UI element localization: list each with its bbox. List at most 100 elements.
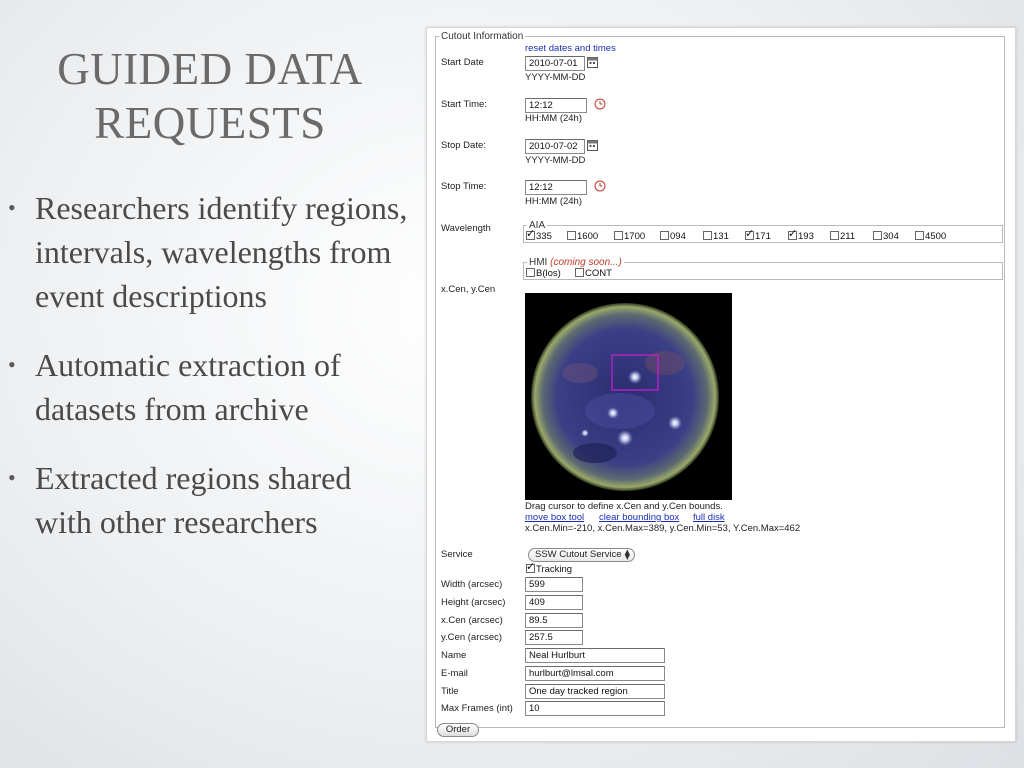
width-label: Width (arcsec) bbox=[441, 579, 503, 590]
hmi-blos-checkbox[interactable]: B(los) bbox=[526, 268, 561, 279]
checkbox-box[interactable] bbox=[830, 231, 839, 240]
full-disk-link[interactable]: full disk bbox=[693, 512, 725, 523]
stop-date-hint: YYYY-MM-DD bbox=[525, 155, 586, 166]
checkbox-box[interactable] bbox=[703, 231, 712, 240]
tracking-checkbox[interactable]: Tracking bbox=[526, 560, 573, 575]
aia-094-checkbox[interactable]: 094 bbox=[660, 231, 686, 242]
aia-211-label: 211 bbox=[840, 231, 856, 242]
bullet-item: • Extracted regions shared with other res… bbox=[8, 456, 408, 544]
aia-335-checkbox[interactable]: 335 bbox=[526, 227, 552, 242]
checkbox-box[interactable] bbox=[567, 231, 576, 240]
checkbox-box[interactable] bbox=[915, 231, 924, 240]
aia-193-checkbox[interactable]: 193 bbox=[788, 227, 814, 242]
calendar-icon[interactable] bbox=[587, 57, 598, 68]
aia-211-checkbox[interactable]: 211 bbox=[830, 231, 855, 242]
service-label: Service bbox=[441, 549, 473, 560]
checkbox-box[interactable] bbox=[526, 268, 535, 277]
hmi-cont-checkbox[interactable]: CONT bbox=[575, 268, 612, 279]
stop-time-label: Stop Time: bbox=[441, 181, 487, 192]
aia-1700-checkbox[interactable]: 1700 bbox=[614, 231, 645, 242]
bullet-text: Automatic extraction of datasets from ar… bbox=[35, 347, 341, 427]
checkbox-box[interactable] bbox=[660, 231, 669, 240]
checkbox-box[interactable] bbox=[745, 227, 754, 240]
max-frames-input[interactable]: 10 bbox=[525, 701, 665, 716]
title-label: Title bbox=[441, 686, 459, 697]
aia-1600-label: 1600 bbox=[577, 231, 599, 242]
checkbox-box[interactable] bbox=[575, 268, 584, 277]
aia-171-checkbox[interactable]: 171 bbox=[745, 227, 771, 242]
bullet-text: Extracted regions shared with other rese… bbox=[35, 460, 352, 540]
clock-icon[interactable] bbox=[594, 98, 606, 110]
service-select[interactable]: SSW Cutout Service ▲ ▼ bbox=[528, 548, 635, 562]
order-button[interactable]: Order bbox=[437, 723, 479, 737]
width-input[interactable]: 599 bbox=[525, 577, 583, 592]
start-time-hint: HH:MM (24h) bbox=[525, 113, 583, 124]
height-label: Height (arcsec) bbox=[441, 597, 506, 608]
aia-304-checkbox[interactable]: 304 bbox=[873, 231, 899, 242]
aia-304-label: 304 bbox=[883, 231, 899, 242]
slide-title: GUIDED DATA REQUESTS bbox=[57, 44, 363, 148]
aia-193-label: 193 bbox=[798, 231, 814, 242]
clear-bounding-box-link[interactable]: clear bounding box bbox=[599, 512, 679, 523]
drag-instruction: Drag cursor to define x.Cen and y.Cen bo… bbox=[525, 501, 723, 512]
ycen-input[interactable]: 257.5 bbox=[525, 630, 583, 645]
start-time-input[interactable]: 12:12 bbox=[525, 98, 587, 113]
wavelength-label: Wavelength bbox=[441, 223, 491, 234]
aia-1600-checkbox[interactable]: 1600 bbox=[567, 231, 598, 242]
bullet-dot: • bbox=[8, 195, 16, 220]
service-select-value: SSW Cutout Service bbox=[535, 549, 622, 560]
start-date-input[interactable]: 2010-07-01 bbox=[525, 56, 585, 71]
xcen-input[interactable]: 89.5 bbox=[525, 613, 583, 628]
xcen-ycen-label: x.Cen, y.Cen bbox=[441, 284, 496, 295]
start-date-hint: YYYY-MM-DD bbox=[525, 72, 586, 83]
height-input[interactable]: 409 bbox=[525, 595, 583, 610]
move-box-tool-link[interactable]: move box tool bbox=[525, 512, 584, 523]
hmi-coming-soon: (coming soon...) bbox=[550, 257, 622, 268]
stop-date-input[interactable]: 2010-07-02 bbox=[525, 139, 585, 154]
hmi-cont-label: CONT bbox=[585, 268, 612, 279]
bounds-readout: x.Cen.Min=-210, x.Cen.Max=389, y.Cen.Min… bbox=[525, 523, 801, 534]
hmi-blos-label: B(los) bbox=[536, 268, 561, 279]
start-time-label: Start Time: bbox=[441, 99, 487, 110]
aia-1700-label: 1700 bbox=[624, 231, 646, 242]
solar-disk-image[interactable] bbox=[525, 293, 732, 500]
aia-131-label: 131 bbox=[713, 231, 729, 242]
bullet-item: • Researchers identify regions, intervals… bbox=[8, 186, 408, 318]
solar-image-selector[interactable] bbox=[525, 293, 732, 500]
bullet-item: • Automatic extraction of datasets from a… bbox=[8, 343, 408, 431]
aia-171-label: 171 bbox=[755, 231, 771, 242]
checkbox-box[interactable] bbox=[873, 231, 882, 240]
max-frames-label: Max Frames (int) bbox=[441, 703, 513, 714]
stop-date-label: Stop Date: bbox=[441, 140, 486, 151]
clock-icon[interactable] bbox=[594, 180, 606, 192]
start-date-label: Start Date bbox=[441, 57, 484, 68]
aia-094-label: 094 bbox=[670, 231, 686, 242]
stop-time-input[interactable]: 12:12 bbox=[525, 180, 587, 195]
aia-4500-checkbox[interactable]: 4500 bbox=[915, 231, 946, 242]
aia-335-label: 335 bbox=[536, 231, 552, 242]
aia-131-checkbox[interactable]: 131 bbox=[703, 231, 729, 242]
checkbox-box[interactable] bbox=[614, 231, 623, 240]
stop-time-hint: HH:MM (24h) bbox=[525, 196, 583, 207]
bullet-list: • Researchers identify regions, intervals… bbox=[8, 186, 408, 544]
bullet-text: Researchers identify regions, intervals,… bbox=[35, 190, 408, 314]
title-input[interactable]: One day tracked region bbox=[525, 684, 665, 699]
select-arrows-icon: ▲ ▼ bbox=[624, 548, 630, 561]
tracking-label: Tracking bbox=[536, 564, 573, 575]
bullet-dot: • bbox=[8, 352, 16, 377]
bullet-dot: • bbox=[8, 465, 16, 490]
checkbox-box[interactable] bbox=[526, 560, 535, 573]
email-label: E-mail bbox=[441, 668, 468, 679]
reset-dates-link[interactable]: reset dates and times bbox=[525, 43, 616, 54]
checkbox-box[interactable] bbox=[788, 227, 797, 240]
aia-4500-label: 4500 bbox=[925, 231, 947, 242]
hmi-legend: HMI (coming soon...) bbox=[527, 257, 624, 268]
checkbox-box[interactable] bbox=[526, 227, 535, 240]
calendar-icon[interactable] bbox=[587, 140, 598, 151]
email-input[interactable]: hurlburt@lmsal.com bbox=[525, 666, 665, 681]
cutout-legend: Cutout Information bbox=[439, 31, 526, 42]
name-label: Name bbox=[441, 650, 467, 661]
xcen-label: x.Cen (arcsec) bbox=[441, 615, 503, 626]
ycen-label: y.Cen (arcsec) bbox=[441, 632, 503, 643]
name-input[interactable]: Neal Hurlburt bbox=[525, 648, 665, 663]
